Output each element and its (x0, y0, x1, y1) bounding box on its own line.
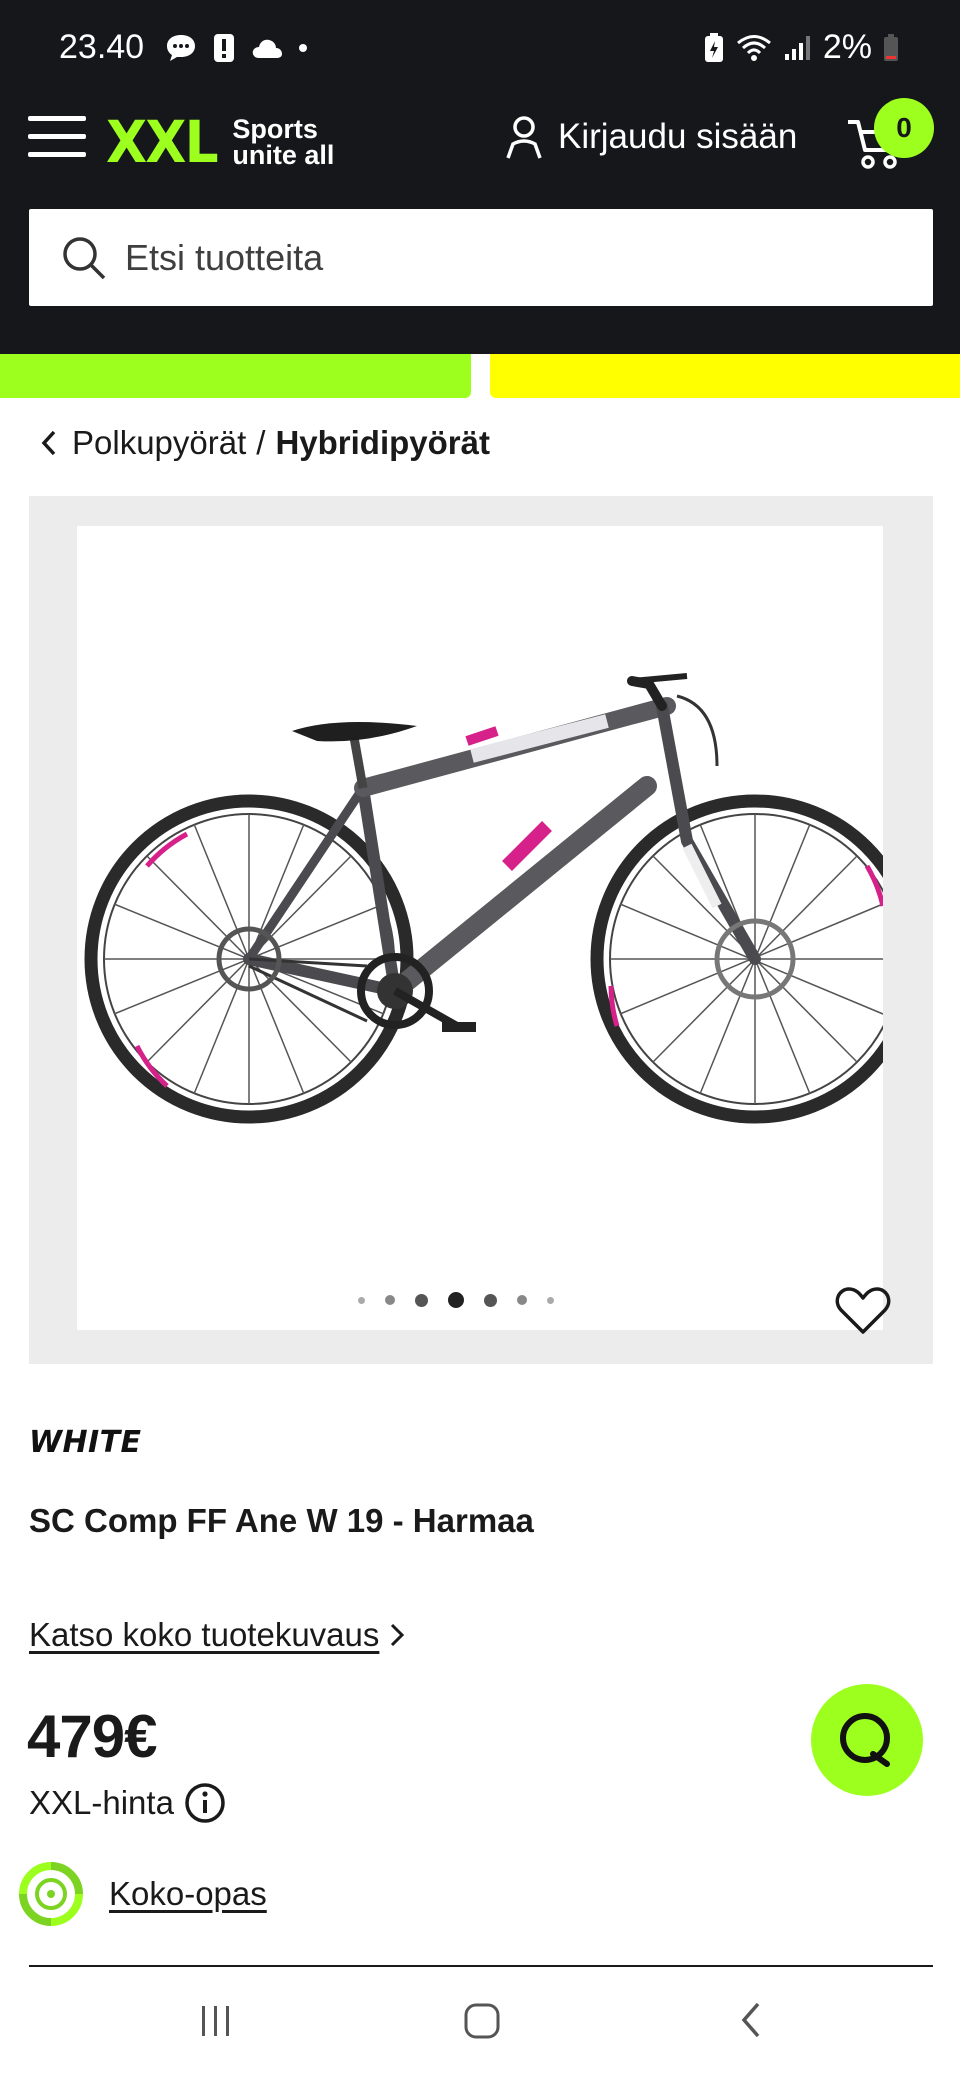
gallery-dot-active[interactable] (448, 1292, 464, 1308)
bike-image (84, 673, 883, 1124)
section-divider (29, 1965, 933, 1967)
cart-count-badge: 0 (874, 98, 934, 158)
full-description-link[interactable]: Katso koko tuotekuvaus (29, 1616, 405, 1654)
product-price: 479€ (27, 1703, 157, 1770)
search-bar[interactable] (29, 209, 933, 306)
chevron-left-icon[interactable] (38, 427, 60, 459)
signal-icon (784, 35, 810, 60)
price-label: XXL-hinta (29, 1782, 226, 1824)
notification-icon (214, 34, 234, 62)
favorite-heart-icon[interactable] (835, 1286, 891, 1336)
battery-saver-icon (704, 32, 723, 62)
gallery-dot[interactable] (484, 1293, 497, 1307)
info-icon[interactable] (184, 1782, 226, 1824)
status-icons-left (164, 32, 308, 64)
menu-icon[interactable] (28, 116, 86, 160)
price-label-text: XXL-hinta (29, 1784, 174, 1821)
battery-icon (884, 33, 898, 61)
status-bar: 23.40 2% (0, 0, 960, 78)
system-nav-bar (0, 1968, 960, 2080)
xxl-logo[interactable]: XXL Sports unite all (106, 108, 334, 176)
site-header: XXL Sports unite all Kirjaudu sisään 0 (0, 78, 960, 354)
gallery-pagination (53, 1292, 859, 1308)
brand-logo[interactable]: WHITE (29, 1424, 149, 1458)
product-image-frame[interactable] (77, 526, 891, 1334)
description-link-label: Katso koko tuotekuvaus (29, 1616, 380, 1653)
search-icon (63, 236, 106, 279)
status-time: 23.40 (59, 28, 145, 66)
gallery-dot[interactable] (547, 1296, 554, 1304)
svg-text:WHITE: WHITE (29, 1425, 142, 1458)
breadcrumb-current[interactable]: Hybridipyörät (275, 424, 490, 462)
size-guide-icon (19, 1862, 83, 1926)
gallery-dot[interactable] (358, 1296, 365, 1304)
product-title: SC Comp FF Ane W 19 - Harmaa (29, 1502, 534, 1539)
breadcrumb-parent[interactable]: Polkupyörät (72, 424, 246, 462)
chevron-right-icon (391, 1623, 405, 1647)
user-icon (506, 116, 542, 159)
breadcrumb: Polkupyörät / Hybridipyörät (38, 424, 490, 462)
cloud-icon (252, 39, 282, 58)
search-input[interactable] (125, 236, 905, 279)
promo-banner-yellow[interactable] (490, 354, 960, 398)
gallery-dot[interactable] (415, 1293, 428, 1307)
chat-icon (840, 1713, 890, 1767)
login-button[interactable]: Kirjaudu sisään (504, 114, 797, 160)
gallery-dot[interactable] (517, 1295, 527, 1305)
wifi-icon (736, 34, 771, 61)
promo-banner-green[interactable] (0, 354, 471, 398)
back-icon[interactable] (732, 2000, 772, 2040)
chat-button[interactable] (811, 1684, 923, 1796)
logo-text: XXL (106, 108, 219, 176)
breadcrumb-separator: / (256, 424, 266, 461)
dot-icon (299, 44, 307, 52)
size-guide-link[interactable]: Koko-opas (17, 1860, 267, 1928)
size-guide-label: Koko-opas (109, 1875, 267, 1912)
gallery-dot[interactable] (385, 1295, 395, 1305)
product-gallery[interactable] (29, 496, 933, 1364)
login-label: Kirjaudu sisään (558, 117, 798, 156)
battery-percent: 2% (822, 28, 872, 66)
recent-apps-icon[interactable] (196, 2000, 236, 2040)
status-icons-right: 2% (703, 28, 900, 67)
chat-bubble-icon (167, 35, 195, 61)
logo-tagline: Sports unite all (232, 114, 335, 170)
home-icon[interactable] (462, 2000, 502, 2040)
